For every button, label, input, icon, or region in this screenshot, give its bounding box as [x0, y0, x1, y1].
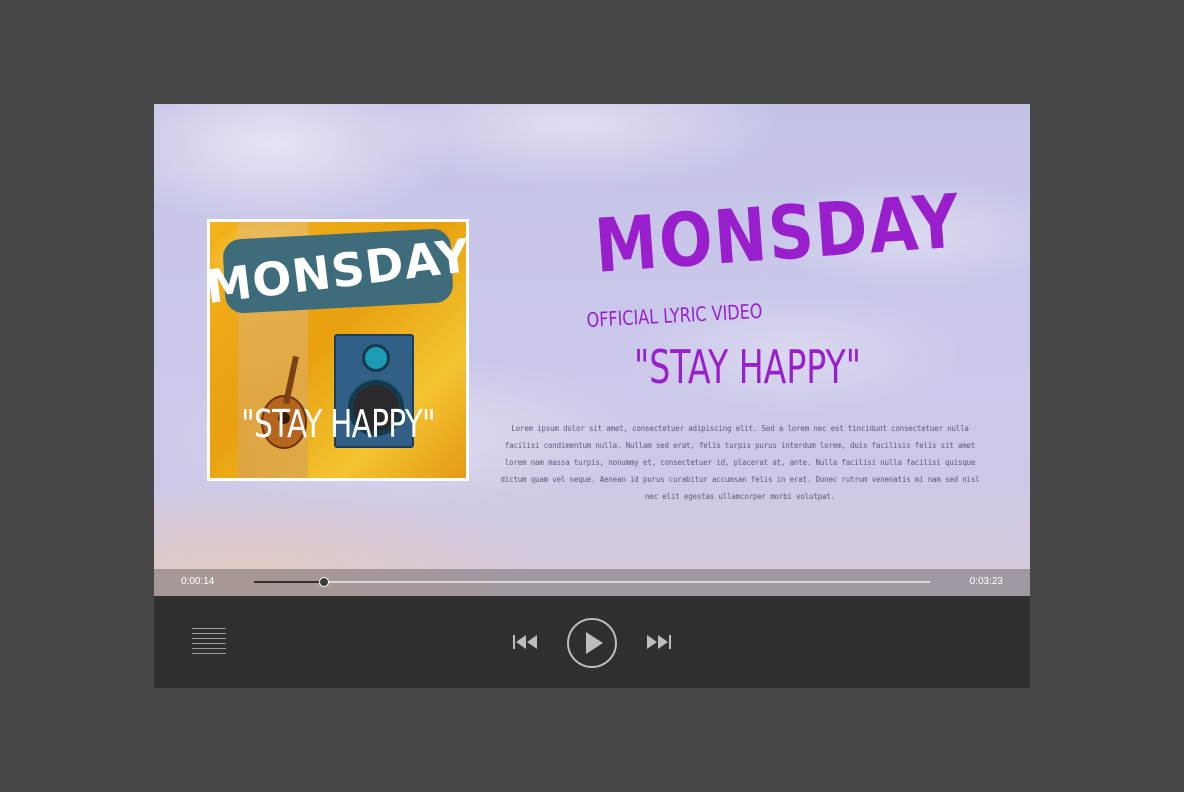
video-tagline: OFFICIAL LYRIC VIDEO	[586, 298, 763, 332]
artist-title: MONSDAY	[592, 178, 964, 290]
menu-icon[interactable]	[192, 628, 226, 660]
cover-title: MONSDAY	[207, 227, 469, 315]
total-time: 0:03:23	[969, 576, 1003, 587]
video-screen[interactable]: MONSDAY "STAY HAPPY" MONSDAY OFFICIAL LY…	[154, 104, 1030, 596]
progress-bar: 0:00:14 0:03:23	[154, 569, 1030, 596]
seek-handle[interactable]	[319, 577, 330, 587]
cover-title-badge: MONSDAY	[210, 228, 466, 314]
speaker-tweeter	[362, 344, 390, 372]
lyric-description: Lorem ipsum dolor sit amet, consectetuer…	[500, 424, 980, 501]
skip-previous-icon[interactable]	[512, 634, 540, 650]
album-cover: MONSDAY "STAY HAPPY"	[207, 219, 469, 481]
cover-subtitle: "STAY HAPPY"	[241, 402, 436, 446]
seek-fill	[254, 581, 325, 583]
current-time: 0:00:14	[181, 576, 215, 587]
skip-next-icon[interactable]	[644, 634, 672, 650]
song-title: "STAY HAPPY"	[634, 340, 862, 394]
video-player: MONSDAY "STAY HAPPY" MONSDAY OFFICIAL LY…	[154, 104, 1030, 688]
seek-track[interactable]	[254, 577, 930, 587]
play-icon[interactable]	[567, 618, 617, 668]
